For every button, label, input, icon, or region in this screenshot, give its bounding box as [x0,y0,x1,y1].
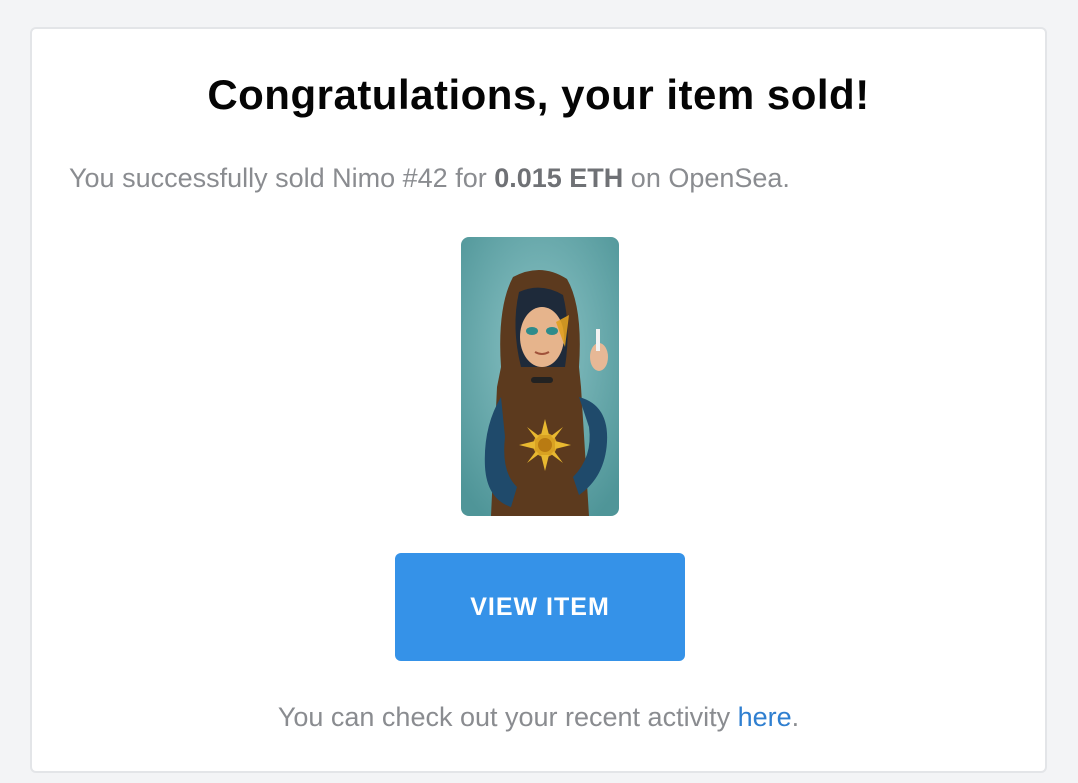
nft-item-image[interactable] [461,237,619,516]
footer-prefix: You can check out your recent activity [277,702,738,732]
sale-price: 0.015 ETH [494,163,624,193]
sale-message: You successfully sold Nimo #42 for 0.015… [69,163,790,194]
recent-activity-text: You can check out your recent activity h… [32,702,1045,733]
footer-suffix: . [791,702,800,732]
page-title: Congratulations, your item sold! [207,71,870,118]
sale-message-suffix: on OpenSea. [623,163,790,193]
view-item-button[interactable]: VIEW ITEM [395,553,685,661]
nft-artwork [461,237,619,516]
sale-notification-card: Congratulations, your item sold! You suc… [30,27,1047,773]
sale-message-prefix: You successfully sold Nimo #42 for [69,163,495,193]
recent-activity-link[interactable]: here [738,702,792,732]
